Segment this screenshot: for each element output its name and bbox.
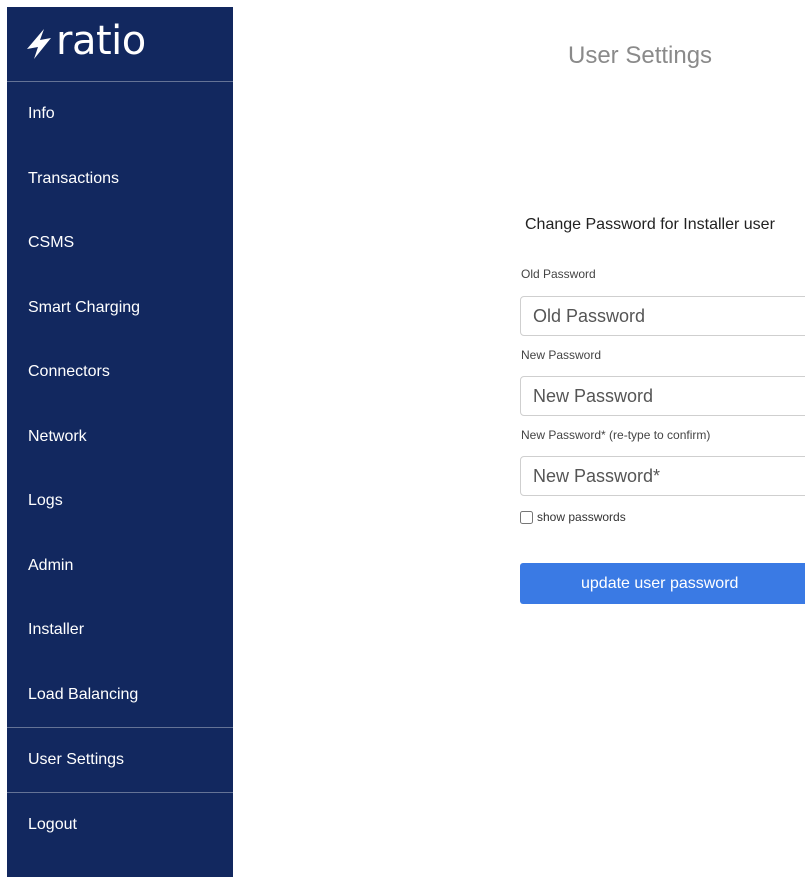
sidebar-item-logs[interactable]: Logs bbox=[7, 469, 233, 534]
sidebar-item-installer[interactable]: Installer bbox=[7, 598, 233, 663]
sidebar-item-admin[interactable]: Admin bbox=[7, 534, 233, 599]
sidebar-nav: Info Transactions CSMS Smart Charging Co… bbox=[7, 82, 233, 856]
sidebar-item-csms[interactable]: CSMS bbox=[7, 211, 233, 276]
sidebar-item-network[interactable]: Network bbox=[7, 405, 233, 470]
sidebar-item-transactions[interactable]: Transactions bbox=[7, 147, 233, 212]
lightning-bolt-icon bbox=[26, 29, 52, 59]
new-password-label: New Password bbox=[521, 348, 602, 362]
show-passwords-row: show passwords bbox=[520, 510, 626, 524]
new-password-field[interactable] bbox=[520, 376, 805, 416]
old-password-field[interactable] bbox=[520, 296, 805, 336]
section-heading: Change Password for Installer user bbox=[525, 216, 775, 233]
sidebar: ratio Info Transactions CSMS Smart Charg… bbox=[7, 7, 233, 877]
sidebar-item-info[interactable]: Info bbox=[7, 82, 233, 147]
sidebar-item-connectors[interactable]: Connectors bbox=[7, 340, 233, 405]
sidebar-item-load-balancing[interactable]: Load Balancing bbox=[7, 663, 233, 728]
old-password-label: Old Password bbox=[521, 267, 596, 281]
page-title: User Settings bbox=[568, 42, 713, 69]
show-passwords-checkbox[interactable] bbox=[520, 510, 533, 524]
show-passwords-label[interactable]: show passwords bbox=[537, 510, 626, 524]
page: ratio Info Transactions CSMS Smart Charg… bbox=[0, 0, 805, 877]
confirm-password-label: New Password* (re-type to confirm) bbox=[521, 428, 711, 442]
sidebar-item-smart-charging[interactable]: Smart Charging bbox=[7, 276, 233, 341]
confirm-password-field[interactable] bbox=[520, 456, 805, 496]
update-password-button[interactable]: update user password bbox=[520, 563, 805, 604]
sidebar-item-logout[interactable]: Logout bbox=[7, 791, 233, 857]
sidebar-item-user-settings[interactable]: User Settings bbox=[7, 727, 233, 792]
brand-logo[interactable]: ratio bbox=[7, 7, 233, 82]
brand-name: ratio bbox=[56, 18, 146, 64]
